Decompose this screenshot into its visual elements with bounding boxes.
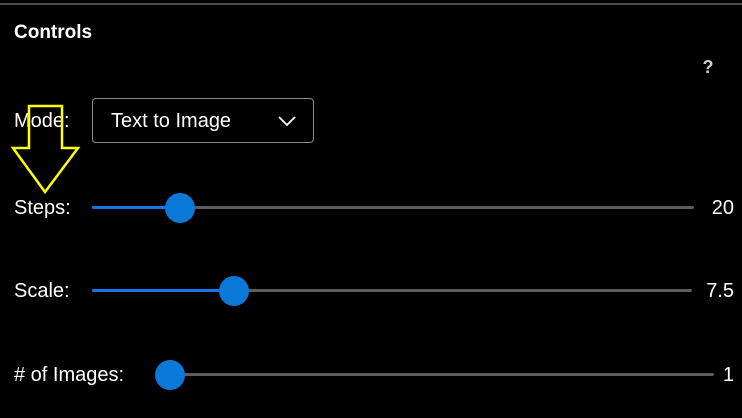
steps-slider-thumb[interactable] [165, 193, 196, 223]
scale-slider-thumb[interactable] [219, 276, 250, 306]
mode-selected-value: Text to Image [111, 110, 232, 132]
help-icon[interactable]: ? [700, 56, 716, 78]
images-slider-track [170, 373, 714, 376]
scale-label: Scale: [14, 280, 70, 302]
scale-value: 7.5 [706, 280, 734, 302]
images-slider-thumb[interactable] [155, 360, 185, 390]
images-slider[interactable] [155, 360, 714, 390]
images-label: # of Images: [14, 364, 125, 386]
steps-slider[interactable] [92, 193, 694, 223]
scale-slider[interactable] [92, 276, 692, 306]
mode-dropdown[interactable]: Text to Image [92, 98, 314, 143]
steps-value: 20 [711, 197, 734, 219]
images-value: 1 [722, 364, 734, 386]
steps-label: Steps: [14, 197, 71, 219]
scale-slider-fill [92, 289, 235, 292]
panel-title: Controls [14, 22, 93, 43]
chevron-down-icon [278, 116, 296, 127]
panel-top-border [0, 3, 742, 5]
mode-label: Mode: [14, 110, 70, 132]
